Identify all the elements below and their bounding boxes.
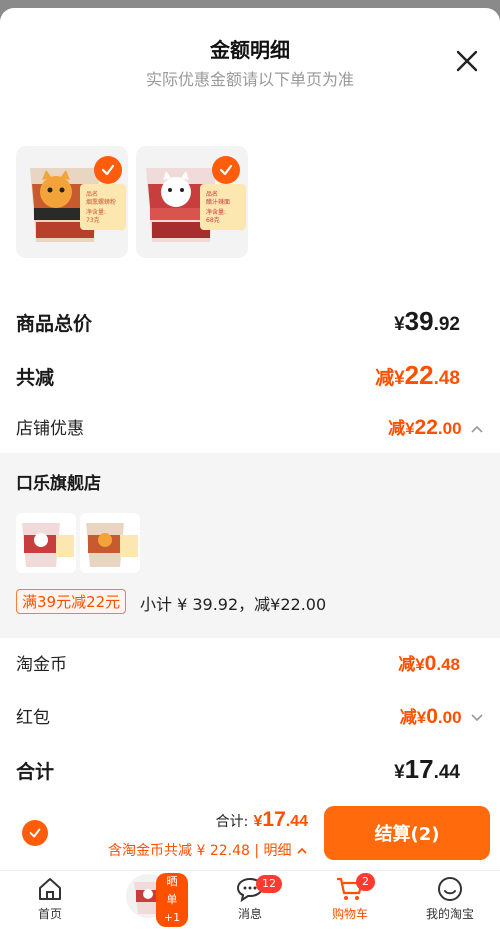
coins-label: 淘金币	[16, 655, 67, 675]
tab-messages[interactable]: 12 消息	[210, 873, 290, 922]
details-link: 明细	[263, 843, 292, 859]
sum-label: 合计	[16, 761, 55, 783]
noodle-cup-image	[86, 523, 138, 567]
home-icon	[39, 878, 61, 900]
checkout-button[interactable]: 结算(2)	[324, 806, 490, 860]
tab-label: 首页	[37, 907, 62, 921]
shop-discount-row[interactable]: 店铺优惠 减¥22.00	[16, 414, 484, 440]
shop-name: 口乐旗舰店	[16, 474, 101, 494]
svg-text:品名: 品名	[86, 190, 98, 198]
svg-text:烟熏螺蛳粉: 烟熏螺蛳粉	[86, 198, 116, 206]
selected-check-icon[interactable]	[94, 156, 122, 184]
tab-label: 我的淘宝	[425, 907, 474, 921]
coins-row: 淘金币 减¥0.48	[16, 650, 484, 676]
share-badge: 晒单+1	[156, 873, 188, 927]
discount-label: 共减	[16, 367, 55, 389]
product-thumbnails: 品名 烟熏螺蛳粉 净含量: 73克 品名 醋汁辣面 净含量: 68克	[16, 146, 248, 258]
select-all-check-icon[interactable]	[22, 820, 48, 846]
svg-text:净含量:: 净含量:	[206, 208, 226, 216]
tab-label: 购物车	[331, 907, 368, 921]
shop-discount-value: 减¥22.00	[388, 414, 484, 440]
bottom-tabbar: 首页 晒单+1 12 消息 2 购物车 我的淘宝	[0, 870, 500, 929]
sum-row: 合计 ¥17.44	[16, 754, 484, 785]
tab-cart[interactable]: 2 购物车	[310, 873, 390, 922]
checkout-total: 合计: ¥17.44	[215, 808, 308, 831]
chevron-down-icon[interactable]	[470, 713, 484, 723]
redpack-row[interactable]: 红包 减¥0.00	[16, 703, 484, 729]
message-badge: 12	[256, 875, 282, 893]
svg-text:品名: 品名	[206, 190, 218, 198]
tab-product-preview[interactable]: 晒单+1	[108, 873, 188, 927]
redpack-label: 红包	[16, 708, 50, 728]
chevron-up-icon[interactable]	[470, 424, 484, 434]
shop-item-thumbnail-2	[80, 513, 140, 573]
coins-value: 减¥0.48	[398, 652, 460, 675]
redpack-value: 减¥0.00	[400, 703, 484, 729]
tab-label: 消息	[237, 907, 262, 921]
total-price-value: ¥39.92	[394, 306, 460, 336]
discount-row: 共减 减¥22.48	[16, 360, 484, 391]
total-price-label: 商品总价	[16, 313, 93, 335]
close-icon[interactable]	[452, 46, 482, 76]
shop-item-thumbnail-1	[16, 513, 76, 573]
coins-note[interactable]: 含淘金币共减 ¥ 22.48 | 明细	[108, 840, 308, 860]
svg-text:净含量:: 净含量:	[86, 208, 106, 216]
page-title: 金额明细	[210, 38, 290, 62]
profile-icon	[438, 877, 462, 901]
chevron-up-icon	[297, 847, 307, 854]
promo-tag: 满39元减22元	[16, 589, 127, 614]
checkout-bar: 合计: ¥17.44 含淘金币共减 ¥ 22.48 | 明细 结算(2)	[0, 790, 500, 870]
discount-value: 减¥22.48	[375, 360, 460, 390]
product-thumbnail-1[interactable]: 品名 烟熏螺蛳粉 净含量: 73克	[16, 146, 128, 258]
sum-value: ¥17.44	[394, 754, 460, 784]
tab-profile[interactable]: 我的淘宝	[410, 873, 490, 922]
tab-home[interactable]: 首页	[10, 873, 90, 922]
shop-breakdown-panel: 口乐旗舰店 满39元减22元 小计 ¥ 39.92，减¥22.00	[0, 453, 500, 638]
cart-badge: 2	[356, 873, 375, 891]
total-price-row: 商品总价 ¥39.92	[16, 306, 484, 337]
product-thumbnail-2[interactable]: 品名 醋汁辣面 净含量: 68克	[136, 146, 248, 258]
shop-subtotal: 小计 ¥ 39.92，减¥22.00	[140, 595, 327, 614]
svg-text:醋汁辣面: 醋汁辣面	[206, 198, 230, 206]
svg-text:73克: 73克	[86, 216, 100, 224]
selected-check-icon[interactable]	[212, 156, 240, 184]
svg-text:68克: 68克	[206, 216, 220, 224]
shop-discount-label: 店铺优惠	[16, 419, 84, 439]
noodle-cup-image	[22, 523, 74, 567]
page-subtitle: 实际优惠金额请以下单页为准	[145, 70, 354, 89]
